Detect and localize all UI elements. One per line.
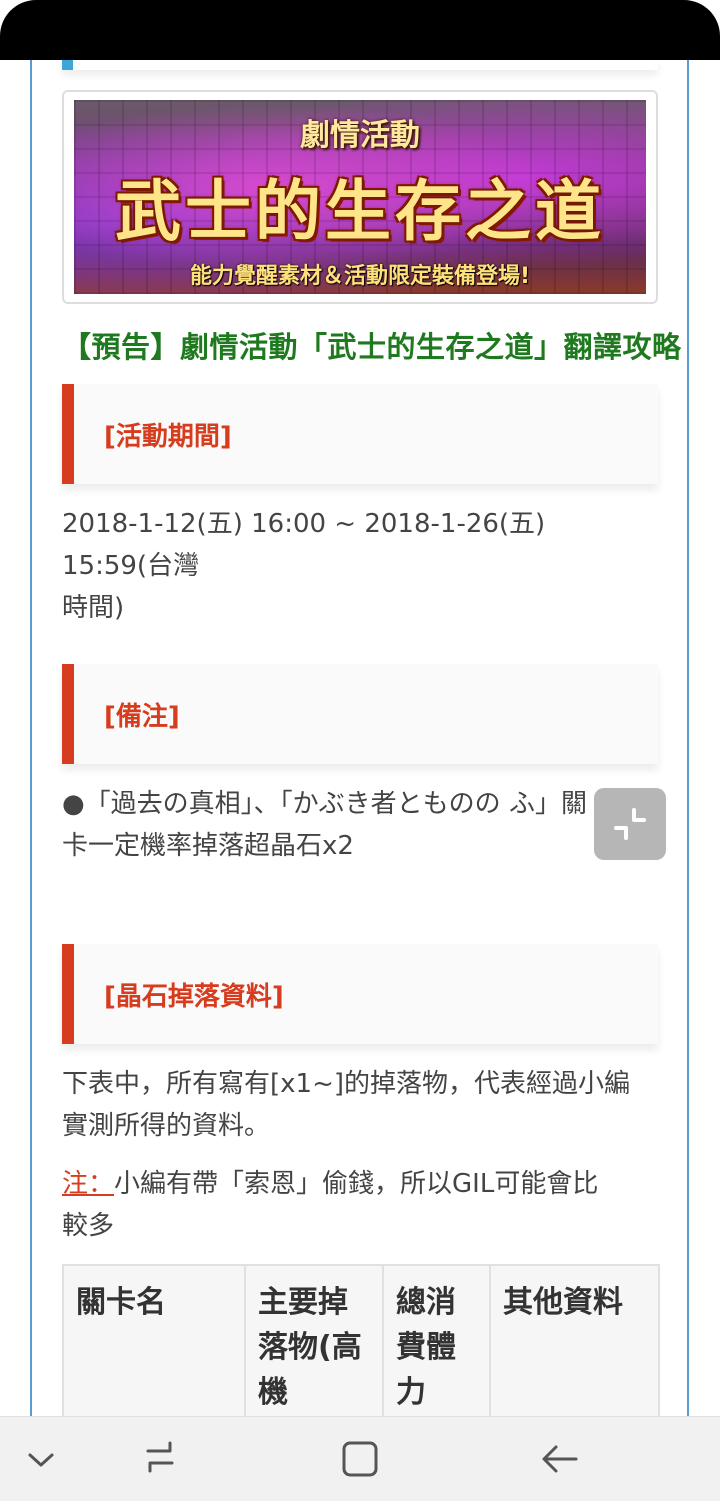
period-text-line: 2018-1-12(五) 16:00 ~ 2018-1-26(五) 15:59(… [62,509,546,581]
note-label: 注： [62,1169,115,1199]
section-accent-bar [62,944,74,1044]
section-heading-period: [活動期間] [62,384,658,484]
drops-description-line: 實測所得的資料。 [62,1111,271,1141]
fullscreen-exit-button[interactable] [594,788,666,860]
section-heading-drops: [晶石掉落資料] [62,944,658,1044]
article-title-link[interactable]: 【預告】劇情活動「武士的生存之道」翻譯攻略 [62,324,681,366]
notes-text: ●「過去の真相」、「かぶき者とものの ふ」關 卡一定機率掉落超晶石x2 [62,783,658,867]
home-icon[interactable] [338,1437,382,1481]
fullscreen-exit-icon [614,808,646,840]
page-frame-left [30,60,32,1416]
back-icon[interactable] [538,1439,582,1479]
period-text-line: 時間) [62,593,125,623]
recent-apps-icon[interactable] [140,1437,180,1477]
note-text: 小編有帶「索恩」偷錢，所以GIL可能會比 [114,1169,599,1199]
chevron-down-icon[interactable] [26,1445,56,1475]
drops-note-line: 較多 [62,1211,115,1241]
banner-image: 劇情活動 武士的生存之道 能力覺醒素材＆活動限定裝備登場! [74,100,646,294]
notes-text-line: 卡一定機率掉落超晶石x2 [62,831,354,861]
drops-note: 注：小編有帶「索恩」偷錢，所以GIL可能會比 較多 [62,1163,658,1247]
drops-description: 下表中，所有寫有[x1~]的掉落物，代表經過小編 實測所得的資料。 [62,1063,658,1147]
status-bar [0,0,720,60]
previous-section-accent [62,60,73,70]
section-heading-notes: [備注] [62,664,658,764]
drops-note-line: 注：小編有帶「索恩」偷錢，所以GIL可能會比 [62,1163,658,1205]
banner-tag: 劇情活動 [300,118,420,153]
navigation-bar [0,1416,720,1501]
banner-subtitle: 能力覺醒素材＆活動限定裝備登場! [189,264,531,289]
previous-section-card [62,60,658,70]
period-text: 2018-1-12(五) 16:00 ~ 2018-1-26(五) 15:59(… [62,503,658,629]
page-frame-right [687,60,689,1416]
banner-title: 武士的生存之道 [115,172,605,250]
section-accent-bar [62,664,74,764]
event-banner[interactable]: 劇情活動 武士的生存之道 能力覺醒素材＆活動限定裝備登場! [62,90,658,304]
section-heading-label: [備注] [104,702,180,732]
drops-description-line: 下表中，所有寫有[x1~]的掉落物，代表經過小編 [62,1069,631,1099]
notes-text-line: ●「過去の真相」、「かぶき者とものの ふ」關 [62,789,587,819]
section-heading-label: [活動期間] [104,422,232,452]
section-accent-bar [62,384,74,484]
section-heading-label: [晶石掉落資料] [104,982,284,1012]
